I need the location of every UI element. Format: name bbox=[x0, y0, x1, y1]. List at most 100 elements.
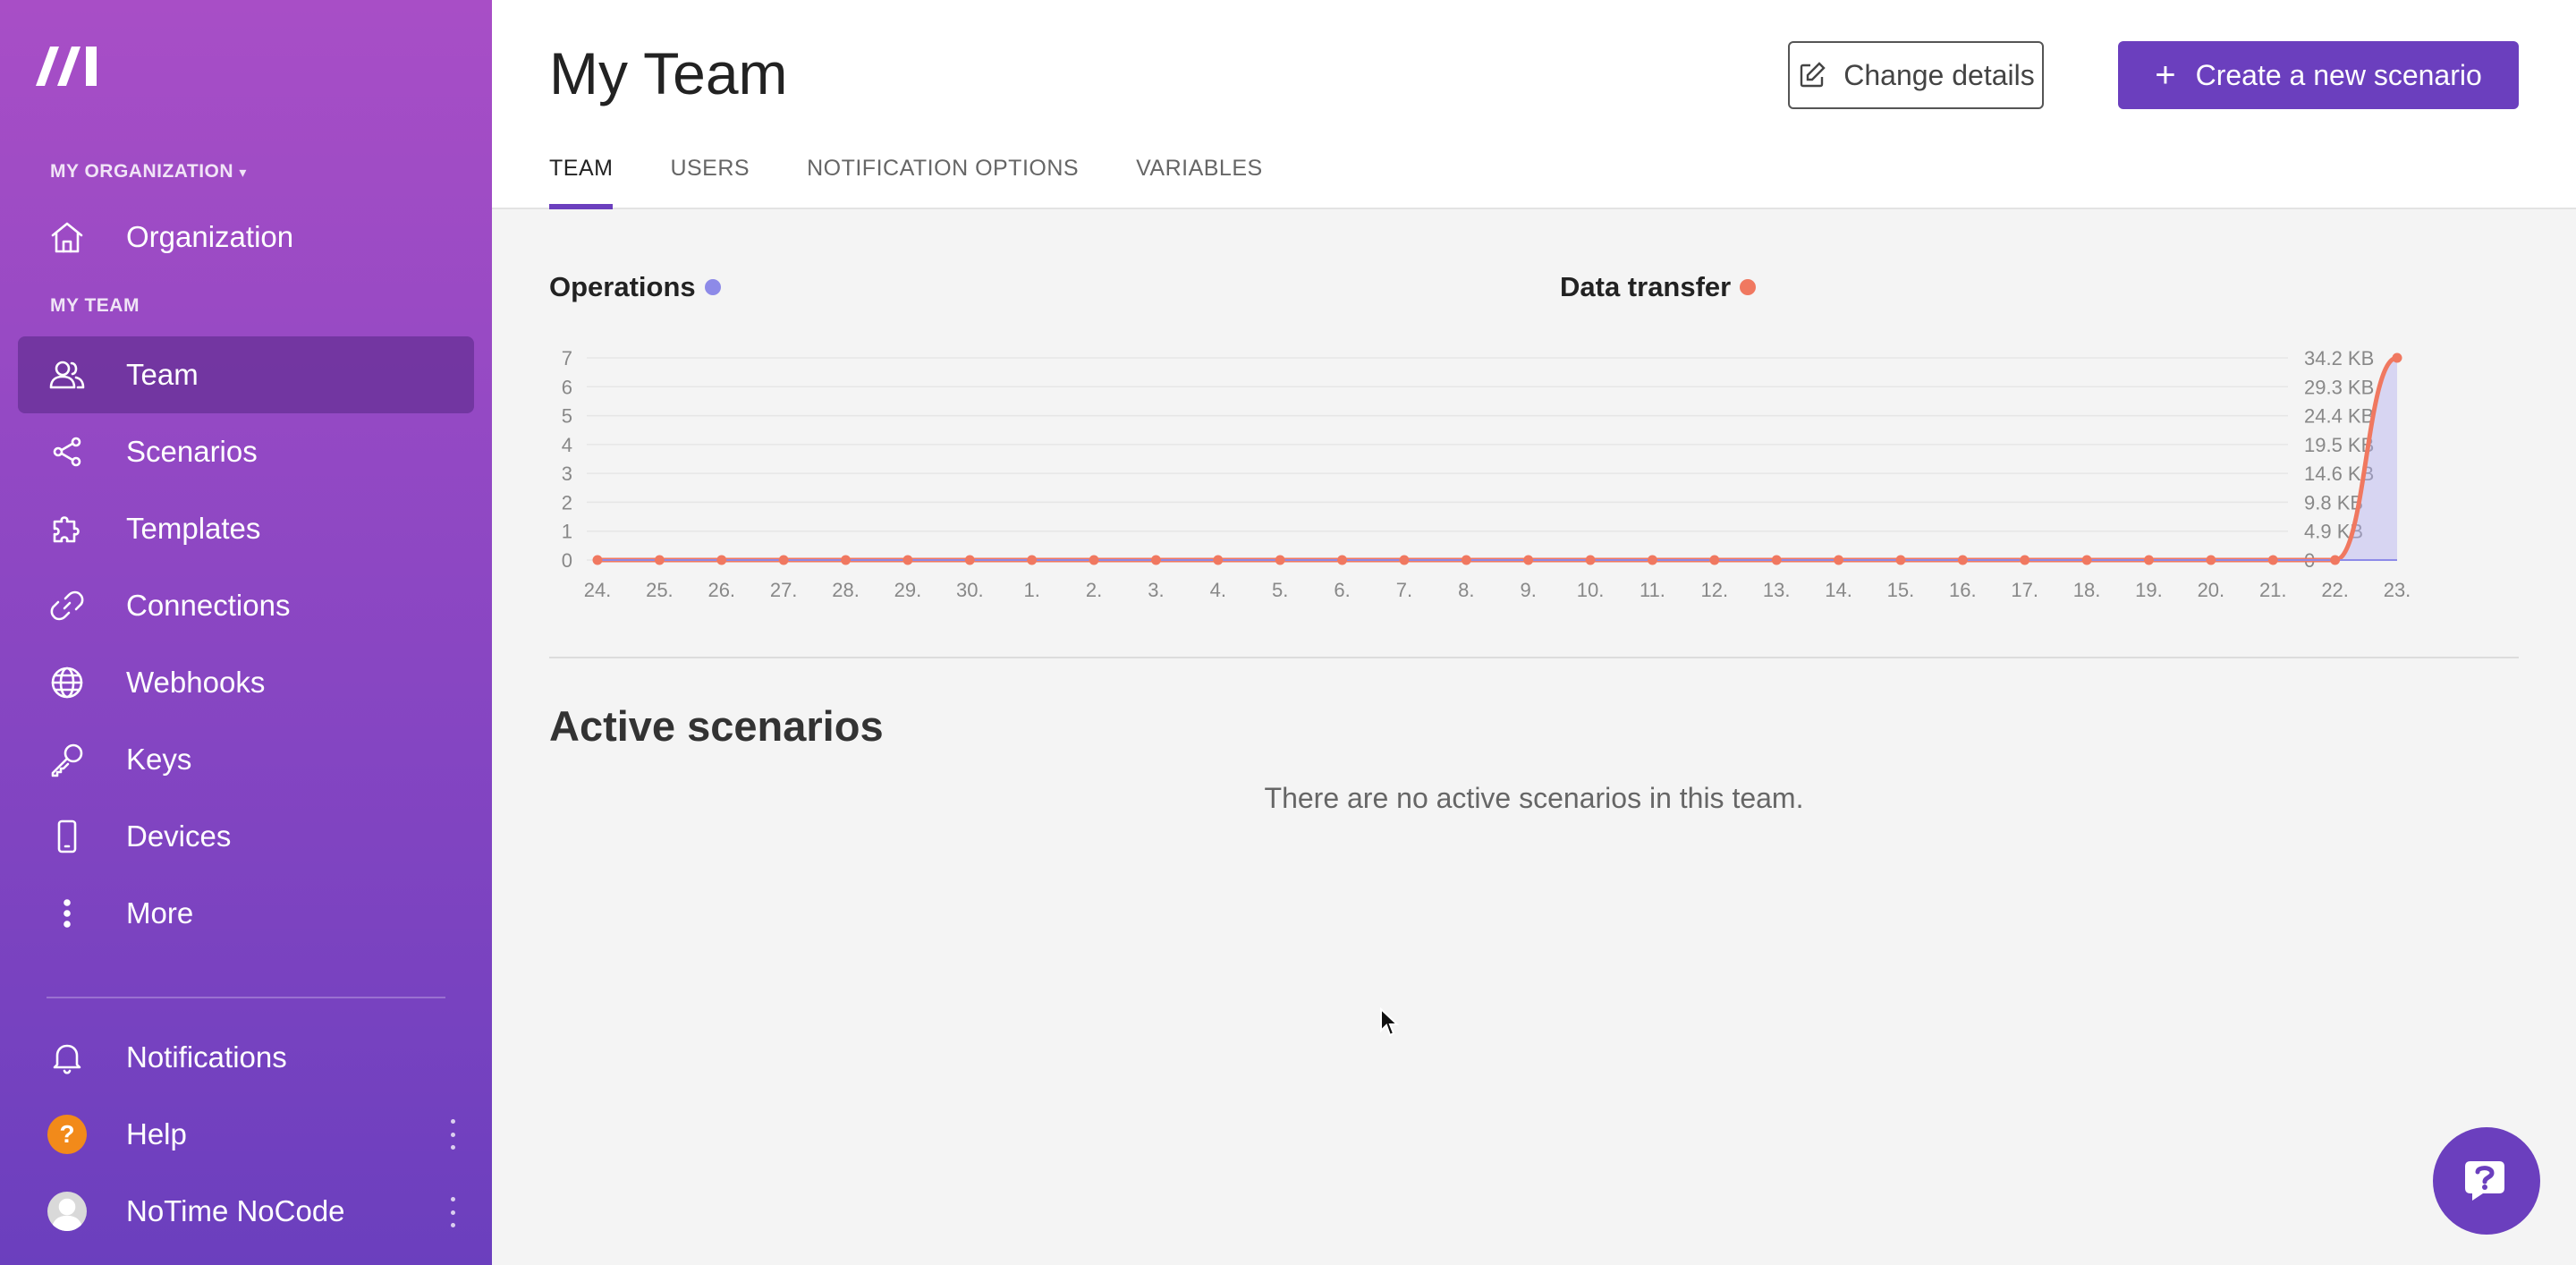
home-icon bbox=[45, 215, 89, 259]
sidebar-item-templates[interactable]: Templates bbox=[18, 490, 474, 567]
sidebar-item-label: Help bbox=[126, 1117, 187, 1150]
user-name: NoTime NoCode bbox=[126, 1194, 345, 1227]
x-tick-label: 4. bbox=[1210, 579, 1226, 601]
bell-icon bbox=[45, 1035, 89, 1080]
data-transfer-point bbox=[2143, 555, 2154, 565]
data-transfer-point bbox=[2081, 555, 2092, 565]
data-transfer-area bbox=[597, 358, 2397, 560]
y-tick-label-right: 34.2 KB bbox=[2304, 347, 2374, 369]
x-tick-label: 23. bbox=[2384, 579, 2411, 601]
x-tick-label: 7. bbox=[1396, 579, 1412, 601]
key-icon bbox=[45, 737, 89, 782]
x-tick-label: 9. bbox=[1521, 579, 1537, 601]
x-tick-label: 18. bbox=[2073, 579, 2101, 601]
sidebar-item-label: Notifications bbox=[126, 1040, 287, 1074]
sidebar-item-label: Keys bbox=[126, 743, 192, 776]
x-tick-label: 12. bbox=[1701, 579, 1729, 601]
avatar-wrap bbox=[45, 1189, 89, 1234]
data-transfer-point bbox=[654, 555, 665, 565]
x-tick-label: 14. bbox=[1825, 579, 1852, 601]
active-scenarios-title: Active scenarios bbox=[549, 702, 884, 750]
make-logo-icon[interactable] bbox=[36, 43, 107, 89]
y-tick-label-left: 4 bbox=[562, 434, 572, 456]
create-scenario-label: Create a new scenario bbox=[2195, 58, 2482, 91]
x-tick-label: 5. bbox=[1272, 579, 1288, 601]
data-transfer-dot bbox=[1740, 279, 1757, 295]
mouse-cursor-icon bbox=[1380, 1007, 1399, 1037]
tab-variables[interactable]: VARIABLES bbox=[1136, 156, 1263, 209]
data-transfer-point bbox=[2020, 555, 2030, 565]
x-tick-label: 3. bbox=[1148, 579, 1164, 601]
x-tick-label: 10. bbox=[1577, 579, 1605, 601]
data-transfer-label: Data transfer bbox=[1560, 271, 1732, 302]
organization-label: MY ORGANIZATION bbox=[50, 161, 234, 182]
data-transfer-point bbox=[1027, 555, 1038, 565]
x-tick-label: 29. bbox=[894, 579, 922, 601]
operations-dot bbox=[704, 279, 721, 295]
data-transfer-point bbox=[1150, 555, 1161, 565]
sidebar-item-label: Organization bbox=[126, 220, 294, 253]
globe-icon bbox=[45, 660, 89, 705]
help-icon-wrap: ? bbox=[45, 1112, 89, 1157]
tab-users[interactable]: USERS bbox=[670, 156, 750, 209]
data-transfer-point bbox=[2392, 352, 2402, 363]
sidebar-item-label: Devices bbox=[126, 819, 232, 853]
y-tick-label-right: 19.5 KB bbox=[2304, 434, 2374, 456]
data-transfer-point bbox=[1709, 555, 1720, 565]
data-transfer-point bbox=[2267, 555, 2278, 565]
x-tick-label: 8. bbox=[1458, 579, 1474, 601]
y-tick-label-right: 9.8 KB bbox=[2304, 491, 2363, 514]
change-details-button[interactable]: Change details bbox=[1788, 41, 2044, 109]
data-transfer-point bbox=[2206, 555, 2216, 565]
tab-notification-options[interactable]: NOTIFICATION OPTIONS bbox=[807, 156, 1079, 209]
data-transfer-point bbox=[1461, 555, 1471, 565]
y-tick-label-right: 24.4 KB bbox=[2304, 405, 2374, 428]
y-tick-label-left: 0 bbox=[562, 549, 572, 572]
phone-icon bbox=[45, 814, 89, 859]
y-tick-label-left: 5 bbox=[562, 405, 572, 428]
data-transfer-point bbox=[1213, 555, 1224, 565]
change-details-label: Change details bbox=[1843, 58, 2035, 91]
x-tick-label: 16. bbox=[1949, 579, 1977, 601]
data-transfer-point bbox=[964, 555, 975, 565]
sidebar-item-connections[interactable]: Connections bbox=[18, 567, 474, 644]
sidebar-item-webhooks[interactable]: Webhooks bbox=[18, 644, 474, 721]
create-scenario-button[interactable]: + Create a new scenario bbox=[2118, 41, 2519, 109]
x-tick-label: 6. bbox=[1334, 579, 1350, 601]
y-tick-label-left: 7 bbox=[562, 347, 572, 369]
sidebar-item-scenarios[interactable]: Scenarios bbox=[18, 413, 474, 490]
team-section-label: MY TEAM bbox=[50, 295, 140, 316]
sidebar-item-organization[interactable]: Organization bbox=[18, 199, 474, 276]
sidebar-item-label: Scenarios bbox=[126, 435, 258, 468]
help-menu-kebab-icon[interactable] bbox=[447, 1119, 458, 1150]
data-transfer-point bbox=[778, 555, 789, 565]
caret-down-icon: ▾ bbox=[239, 166, 247, 181]
sidebar-item-help[interactable]: ? Help bbox=[18, 1096, 474, 1173]
x-tick-label: 28. bbox=[832, 579, 860, 601]
x-tick-label: 20. bbox=[2198, 579, 2225, 601]
data-transfer-point bbox=[1523, 555, 1534, 565]
data-transfer-point bbox=[1771, 555, 1782, 565]
sidebar-item-team[interactable]: Team bbox=[18, 336, 474, 413]
support-chat-button[interactable] bbox=[2433, 1127, 2540, 1235]
operations-legend: Operations bbox=[549, 271, 721, 303]
x-tick-label: 11. bbox=[1640, 579, 1665, 601]
x-tick-label: 24. bbox=[584, 579, 612, 601]
page-header: My Team Change details + Create a new sc… bbox=[492, 0, 2576, 209]
data-transfer-point bbox=[716, 555, 727, 565]
operations-label: Operations bbox=[549, 271, 696, 302]
user-menu-kebab-icon[interactable] bbox=[447, 1197, 458, 1227]
x-tick-label: 27. bbox=[770, 579, 798, 601]
usage-chart: 0123456704.9 KB9.8 KB14.6 KB19.5 KB24.4 … bbox=[562, 347, 2411, 601]
sidebar-item-more[interactable]: More bbox=[18, 875, 474, 952]
data-transfer-legend: Data transfer bbox=[1560, 271, 1757, 303]
organization-dropdown[interactable]: MY ORGANIZATION ▾ bbox=[50, 161, 247, 183]
data-transfer-point bbox=[1089, 555, 1099, 565]
tab-team[interactable]: TEAM bbox=[549, 156, 614, 209]
sidebar-item-user[interactable]: NoTime NoCode bbox=[18, 1173, 474, 1250]
sidebar-item-notifications[interactable]: Notifications bbox=[18, 1019, 474, 1096]
data-transfer-point bbox=[1834, 555, 1844, 565]
puzzle-icon bbox=[45, 506, 89, 551]
data-transfer-point bbox=[1895, 555, 1906, 565]
avatar bbox=[47, 1192, 87, 1231]
